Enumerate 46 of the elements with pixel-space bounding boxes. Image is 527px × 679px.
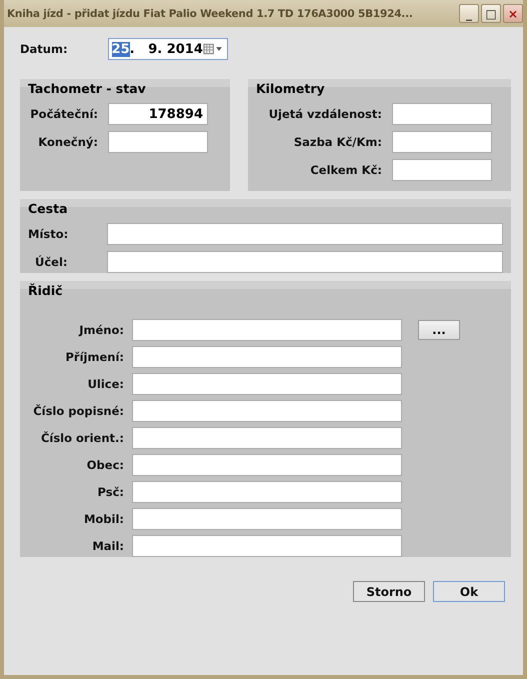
cancel-button[interactable]: Storno	[353, 581, 425, 602]
close-button[interactable]: ×	[503, 4, 523, 23]
field-label: Ulice:	[86, 377, 124, 391]
date-field[interactable]: 25. 9. 2014	[108, 38, 228, 60]
panel-title: Řidič	[28, 283, 64, 299]
input-field[interactable]	[392, 159, 492, 181]
field-label: Příjmení:	[64, 350, 124, 364]
window-title: Kniha jízd - přidat jízdu Fiat Palio Weekend 1.7 TD 176A3000 5B1924...	[7, 8, 414, 20]
input-field[interactable]	[132, 508, 402, 530]
field-label: Celkem Kč:	[309, 163, 382, 177]
field-label: Číslo orient.:	[40, 431, 124, 445]
field-label: Počáteční:	[29, 107, 98, 121]
input-field[interactable]: 178894	[108, 103, 208, 125]
input-field[interactable]	[132, 535, 402, 557]
field-label: Psč:	[96, 485, 124, 499]
input-field[interactable]	[392, 103, 492, 125]
input-field[interactable]	[132, 427, 402, 449]
field-label: Obec:	[86, 458, 124, 472]
input-field[interactable]	[107, 223, 503, 245]
field-label: Mail:	[91, 539, 124, 553]
input-field[interactable]	[132, 481, 402, 503]
panel-title: Cesta	[28, 201, 69, 217]
field-label: Mobil:	[82, 512, 124, 526]
panel-title: Tachometr - stav	[28, 81, 147, 97]
field-label: Jméno:	[78, 323, 124, 337]
maximize-button[interactable]: □	[481, 4, 501, 23]
calendar-icon	[202, 43, 224, 55]
input-field[interactable]	[132, 346, 402, 368]
input-field[interactable]	[132, 373, 402, 395]
input-field[interactable]	[132, 454, 402, 476]
field-label: Místo:	[28, 227, 70, 241]
field-label: Ujetá vzdálenost:	[268, 107, 382, 121]
field-label: Sazba Kč/Km:	[292, 135, 382, 149]
date-label: Datum:	[20, 42, 68, 56]
browse-button[interactable]: ...	[418, 320, 460, 340]
input-field[interactable]	[132, 319, 402, 341]
minimize-button[interactable]: _	[459, 4, 479, 23]
input-field[interactable]	[107, 251, 503, 273]
field-label: Účel:	[34, 255, 68, 269]
field-label: Konečný:	[37, 135, 98, 149]
ok-button[interactable]: Ok	[433, 581, 505, 602]
input-field[interactable]	[108, 131, 208, 153]
input-field[interactable]	[132, 400, 402, 422]
panel-title: Kilometry	[256, 81, 326, 97]
input-field[interactable]	[392, 131, 492, 153]
field-label: Číslo popisné:	[32, 404, 124, 418]
